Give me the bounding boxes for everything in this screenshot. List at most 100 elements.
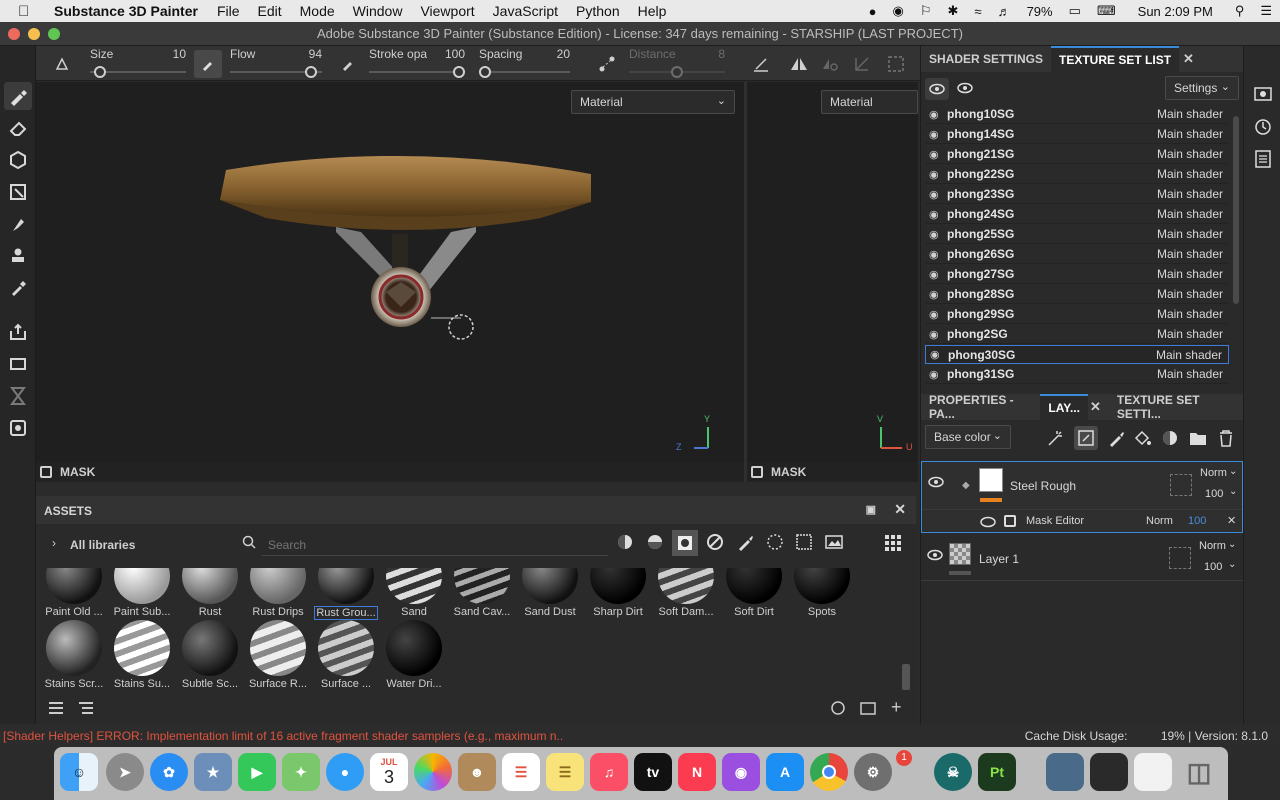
minimize-window-button[interactable] bbox=[28, 28, 40, 40]
texture-set-row[interactable]: ◉ phong23SG Main shader bbox=[925, 185, 1229, 204]
stroke-opacity-slider-knob[interactable] bbox=[453, 66, 465, 78]
assets-scrollbar[interactable] bbox=[902, 664, 910, 690]
filter-brushes-icon[interactable] bbox=[736, 533, 754, 556]
layer-1[interactable]: Layer 1 Norm ⌄ 100 ⌄ bbox=[921, 535, 1243, 581]
recent-window-1[interactable] bbox=[1046, 753, 1084, 791]
add-effect-icon[interactable] bbox=[1047, 429, 1065, 452]
flow-pressure-icon[interactable] bbox=[194, 50, 222, 78]
texture-set-scrollbar[interactable] bbox=[1233, 116, 1239, 304]
spotlight-icon[interactable]: ⚲ bbox=[1235, 3, 1245, 19]
control-center-icon[interactable]: ☰ bbox=[1260, 3, 1272, 19]
texture-set-row[interactable]: ◉ phong27SG Main shader bbox=[925, 265, 1229, 284]
texture-set-row[interactable]: ◉ phong29SG Main shader bbox=[925, 305, 1229, 324]
add-smart-material-icon[interactable] bbox=[1161, 429, 1179, 452]
recent-window-2[interactable] bbox=[1090, 753, 1128, 791]
mask-editor-label[interactable]: Mask Editor bbox=[1026, 515, 1084, 527]
library-selector[interactable]: All libraries bbox=[70, 538, 135, 552]
assets-search-input[interactable] bbox=[262, 534, 608, 556]
chevron-down-icon[interactable]: ⌄ bbox=[1229, 486, 1237, 497]
texture-set-row[interactable]: ◉ phong22SG Main shader bbox=[925, 165, 1229, 184]
size-slider-knob[interactable] bbox=[94, 66, 106, 78]
asset-rust[interactable]: Rust bbox=[178, 568, 242, 618]
spacing-slider[interactable]: Spacing 20 bbox=[479, 46, 570, 81]
texture-set-row[interactable]: ◉ phong28SG Main shader bbox=[925, 285, 1229, 304]
distance-slider[interactable]: Distance 8 bbox=[629, 46, 725, 81]
layer-mask-thumbnail[interactable] bbox=[1170, 474, 1192, 496]
chevron-down-icon[interactable]: ⌄ bbox=[1228, 539, 1236, 550]
asset-surface-r[interactable]: Surface R... bbox=[246, 620, 310, 690]
asset-rust-drips[interactable]: Rust Drips bbox=[246, 568, 310, 618]
app-menu[interactable]: Substance 3D Painter bbox=[54, 3, 198, 19]
paint-brush-icon[interactable] bbox=[4, 82, 32, 110]
layer-mask-thumbnail[interactable] bbox=[1169, 547, 1191, 569]
eye-icon[interactable]: ◉ bbox=[929, 308, 947, 321]
layer-blend-mode[interactable]: Norm bbox=[1199, 540, 1226, 552]
substance-painter-icon[interactable]: Pt bbox=[978, 753, 1016, 791]
asset-stains-su[interactable]: Stains Su... bbox=[110, 620, 174, 690]
creative-cloud-icon[interactable]: ● bbox=[869, 4, 877, 19]
texture-set-row-selected[interactable]: ◉ phong30SG Main shader bbox=[925, 345, 1229, 364]
texture-set-row[interactable]: ◉ phong25SG Main shader bbox=[925, 225, 1229, 244]
tab-texture-set-settings[interactable]: TEXTURE SET SETTI... bbox=[1109, 393, 1243, 421]
eye-icon[interactable]: ◉ bbox=[929, 328, 947, 341]
asset-spots[interactable]: Spots bbox=[790, 568, 854, 618]
asset-water-dri[interactable]: Water Dri... bbox=[382, 620, 446, 690]
chevron-down-icon[interactable]: ⌄ bbox=[1229, 466, 1237, 477]
apple-tv-icon[interactable]: tv bbox=[634, 753, 672, 791]
texture-set-row[interactable]: ◉ phong2SG Main shader bbox=[925, 325, 1229, 344]
facetime-icon[interactable]: ▶ bbox=[238, 753, 276, 791]
finder-icon[interactable]: ☺ bbox=[60, 753, 98, 791]
eye-icon[interactable] bbox=[927, 549, 943, 564]
viewport-3d[interactable]: Material ⌄ Y Z bbox=[36, 82, 744, 482]
maximize-panel-icon[interactable]: ▣ bbox=[866, 503, 876, 516]
close-window-button[interactable] bbox=[8, 28, 20, 40]
eye-icon[interactable]: ◉ bbox=[929, 148, 947, 161]
asset-soft-dirt[interactable]: Soft Dirt bbox=[722, 568, 786, 618]
tab-properties[interactable]: PROPERTIES - PA... bbox=[921, 393, 1040, 421]
eye-icon[interactable]: ◉ bbox=[929, 128, 947, 141]
gitkraken-icon[interactable]: ☠ bbox=[934, 753, 972, 791]
eye-icon[interactable]: ◉ bbox=[929, 108, 947, 121]
layer-thumbnail[interactable] bbox=[949, 543, 971, 565]
history-icon[interactable] bbox=[1254, 118, 1272, 141]
asset-subtle-sc[interactable]: Subtle Sc... bbox=[178, 620, 242, 690]
filter-generators-icon[interactable] bbox=[706, 533, 724, 556]
launchpad-icon[interactable]: ➤ bbox=[106, 753, 144, 791]
mask-editor-blend[interactable]: Norm bbox=[1146, 515, 1173, 527]
alignment-icon[interactable] bbox=[747, 50, 775, 78]
volume-icon[interactable]: ♬ bbox=[998, 4, 1011, 19]
color-picker-icon[interactable] bbox=[4, 274, 32, 302]
add-folder-icon[interactable] bbox=[1189, 430, 1207, 451]
asset-sand-cav[interactable]: Sand Cav... bbox=[450, 568, 514, 618]
tiling-icon[interactable] bbox=[848, 50, 876, 78]
podcasts-icon[interactable]: ◉ bbox=[722, 753, 760, 791]
viewport-2d[interactable]: Material V U bbox=[747, 82, 918, 482]
eye-icon[interactable]: ◉ bbox=[929, 268, 947, 281]
hourglass-icon[interactable] bbox=[4, 382, 32, 410]
asset-sharp-dirt[interactable]: Sharp Dirt bbox=[586, 568, 650, 618]
menu-file[interactable]: File bbox=[217, 3, 240, 19]
add-mask-icon[interactable] bbox=[1074, 426, 1098, 450]
asset-sand-dust[interactable]: Sand Dust bbox=[518, 568, 582, 618]
layer-name[interactable]: Steel Rough bbox=[1010, 479, 1076, 493]
chrome-icon[interactable] bbox=[810, 753, 848, 791]
flag-icon[interactable]: ⚐ bbox=[920, 3, 932, 19]
polygon-fill-icon[interactable] bbox=[4, 178, 32, 206]
zoom-window-button[interactable] bbox=[48, 28, 60, 40]
mask-toggle-icon[interactable] bbox=[40, 466, 52, 478]
viewport-toggle-icon[interactable] bbox=[925, 78, 949, 100]
smudge-icon[interactable] bbox=[4, 210, 32, 238]
stroke-opacity-slider[interactable]: Stroke opa 100 bbox=[369, 46, 465, 81]
news-icon[interactable]: N bbox=[678, 753, 716, 791]
viewport-2d-mask-bar[interactable]: MASK bbox=[747, 462, 918, 482]
texture-set-row[interactable]: ◉ phong21SG Main shader bbox=[925, 145, 1229, 164]
eye-icon[interactable]: ◉ bbox=[929, 288, 947, 301]
eye-icon[interactable] bbox=[980, 516, 996, 531]
brush-preset-icon[interactable] bbox=[48, 50, 76, 78]
layer-steel-rough[interactable]: ◆ Steel Rough Norm ⌄ 100 ⌄ Mask Editor N… bbox=[921, 461, 1243, 533]
tab-layers[interactable]: LAY... bbox=[1040, 394, 1088, 420]
filter-alphas-icon[interactable] bbox=[795, 533, 813, 556]
texture-set-row[interactable]: ◉ phong31SG Main shader bbox=[925, 365, 1229, 384]
tab-texture-set-list[interactable]: TEXTURE SET LIST bbox=[1051, 46, 1180, 72]
photos-icon[interactable] bbox=[414, 753, 452, 791]
